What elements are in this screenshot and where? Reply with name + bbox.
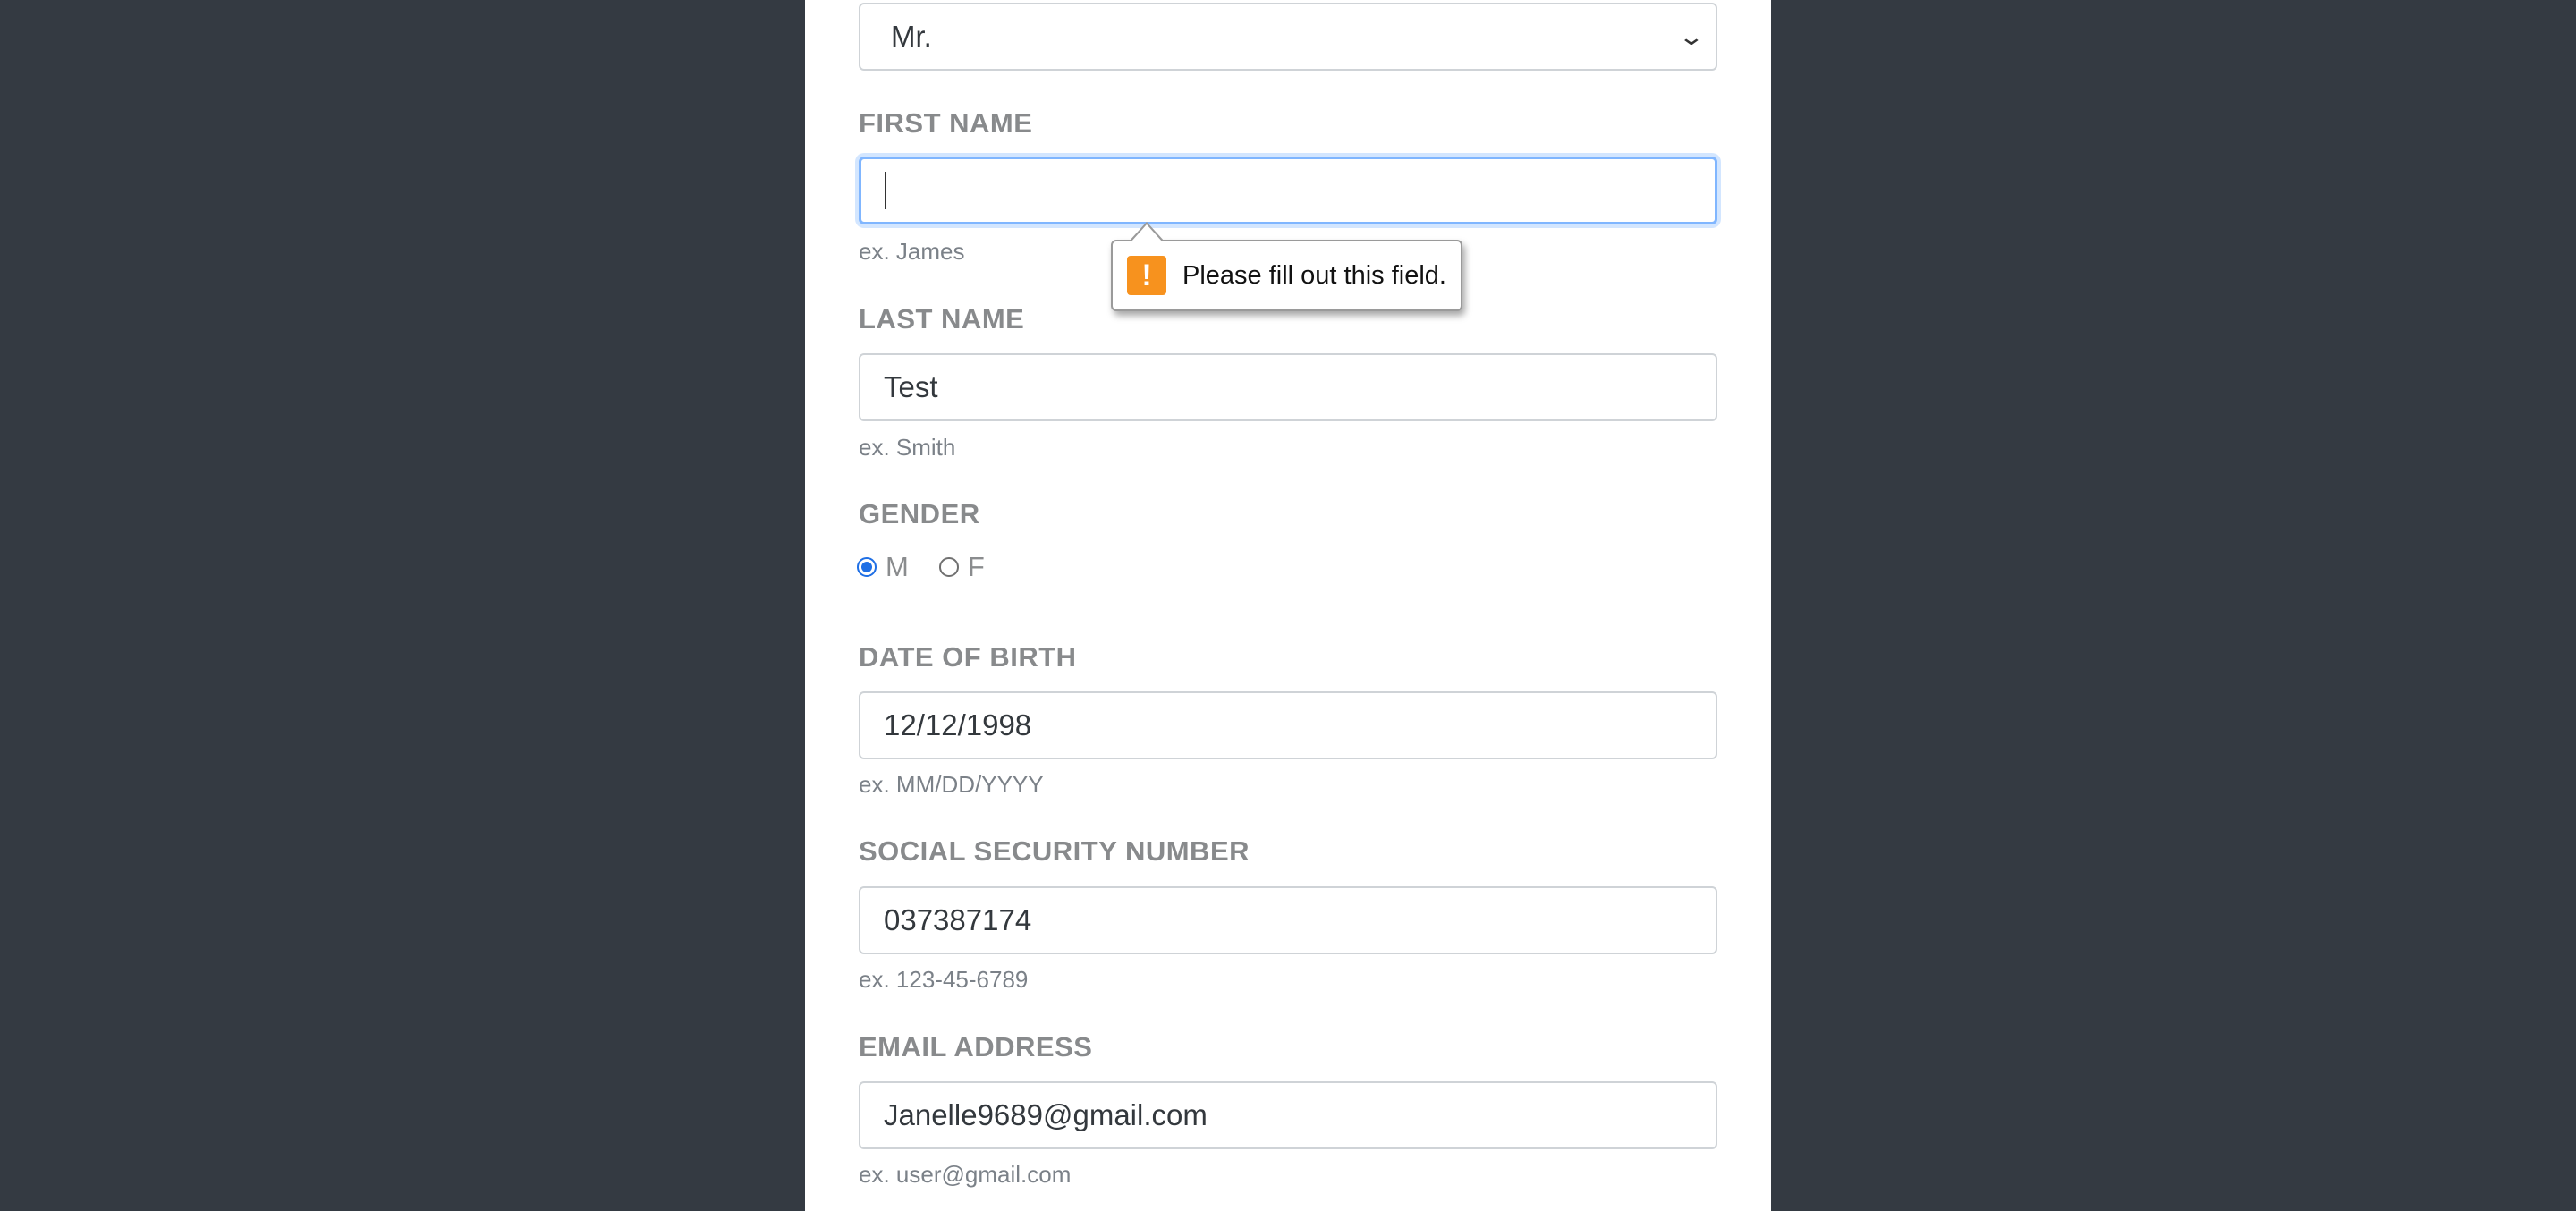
gender-option-f-label[interactable]: F (968, 551, 985, 583)
last-name-label: LAST NAME (859, 303, 1025, 335)
form-panel: Mr. ⌄ FIRST NAME ex. James LAST NAME Tes… (805, 0, 1771, 1211)
validation-tooltip: ! Please fill out this field. (1111, 222, 1462, 311)
dob-hint: ex. MM/DD/YYYY (859, 771, 1044, 798)
gender-radio-group: M F (857, 551, 1015, 583)
dob-label: DATE OF BIRTH (859, 641, 1077, 673)
text-caret (885, 172, 886, 209)
validation-message: Please fill out this field. (1182, 260, 1446, 290)
last-name-input[interactable]: Test (859, 353, 1717, 421)
gender-option-m-label[interactable]: M (886, 551, 909, 583)
gender-radio-f[interactable] (938, 557, 959, 577)
email-hint: ex. user@gmail.com (859, 1161, 1072, 1188)
dob-value: 12/12/1998 (884, 708, 1032, 741)
last-name-value: Test (884, 370, 938, 403)
title-select[interactable]: Mr. ⌄ (859, 3, 1717, 71)
gender-label: GENDER (859, 498, 980, 529)
first-name-input[interactable] (859, 157, 1717, 224)
warning-icon: ! (1127, 256, 1166, 295)
ssn-label: SOCIAL SECURITY NUMBER (859, 835, 1250, 867)
email-label: EMAIL ADDRESS (859, 1031, 1093, 1063)
email-input[interactable]: Janelle9689@gmail.com (859, 1081, 1717, 1149)
ssn-input[interactable]: 037387174 (859, 886, 1717, 954)
email-value: Janelle9689@gmail.com (884, 1098, 1208, 1131)
ssn-hint: ex. 123-45-6789 (859, 966, 1029, 993)
dob-input[interactable]: 12/12/1998 (859, 691, 1717, 759)
first-name-label: FIRST NAME (859, 107, 1033, 139)
chevron-down-icon: ⌄ (1677, 22, 1706, 50)
first-name-hint: ex. James (859, 238, 965, 265)
gender-radio-m[interactable] (857, 557, 877, 577)
ssn-value: 037387174 (884, 903, 1032, 936)
last-name-hint: ex. Smith (859, 434, 956, 461)
title-select-value: Mr. (891, 20, 932, 53)
